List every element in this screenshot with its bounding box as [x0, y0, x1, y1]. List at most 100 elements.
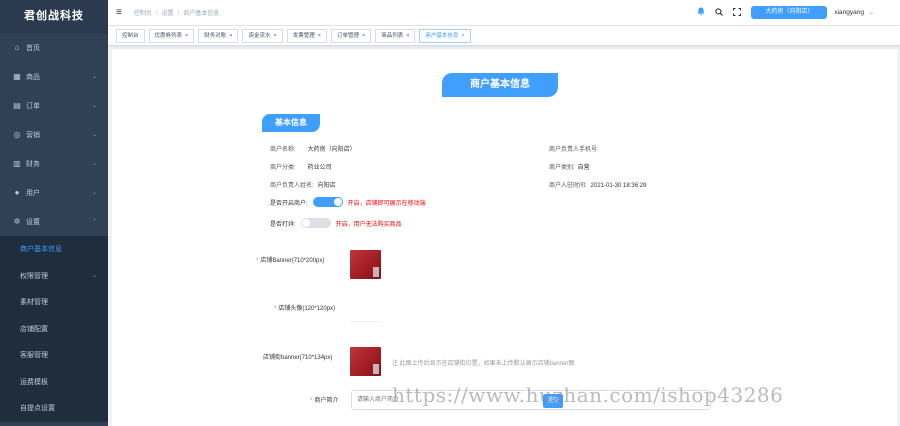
chevron-down-icon[interactable]: ⌄: [869, 9, 874, 16]
info-label: 商户负责人手机号:: [549, 147, 599, 153]
sidebar-item-label: 营销: [26, 131, 40, 139]
tag-item[interactable]: 商户基本信息 ×: [419, 28, 471, 43]
sidebar-item[interactable]: ● 用户 ⌄: [0, 178, 108, 207]
home-icon: ⌂: [14, 43, 20, 52]
open-merchant-switch[interactable]: [312, 197, 343, 207]
avatar-label: * 店铺头像(120*120px): [274, 303, 335, 312]
user-icon: ●: [14, 188, 20, 197]
app-logo: 君创战科技: [0, 0, 108, 33]
avatar-label-text: 店铺头像(120*120px): [278, 306, 336, 312]
sidebar-item-label: 设置: [26, 218, 40, 226]
tag-item[interactable]: 资金流水 ×: [242, 28, 283, 43]
breadcrumb-item[interactable]: 设置: [162, 11, 174, 17]
chevron-icon: ⌃: [91, 219, 97, 225]
sidebar-item-label: 首页: [26, 44, 40, 52]
open-merchant-hint: 开启，店铺即可展示在移动端: [347, 200, 426, 207]
sidebar-item[interactable]: ▤ 订单 ⌄: [0, 91, 108, 120]
chevron-down-icon: ⌄: [91, 273, 97, 280]
banner-label: * 店铺Banner(710*200px): [256, 255, 324, 264]
sidebar-item[interactable]: ◎ 营销 ⌄: [0, 120, 108, 149]
open-merchant-row: 是否开启商户: 开启，店铺即可展示在移动端: [270, 197, 426, 207]
section-title: 基本信息: [262, 114, 320, 132]
tag-item[interactable]: 订单管理 ×: [330, 28, 372, 43]
tag-item[interactable]: 商品列表 ×: [375, 28, 416, 43]
info-value: 药业公司: [307, 165, 332, 171]
breadcrumb: 控制台 / 设置 / 商户基本信息: [134, 8, 219, 17]
sidebar-item[interactable]: ⌂ 首页: [0, 33, 108, 62]
breadcrumb-item[interactable]: 控制台: [134, 11, 152, 17]
sidebar-subitem[interactable]: 店铺配置: [0, 316, 108, 343]
close-icon[interactable]: ×: [362, 33, 365, 39]
banner-label-text: 店铺Banner(710*200px): [260, 258, 325, 264]
street-banner-label: 店铺街banner(710*134px): [263, 352, 332, 361]
chevron-icon: ⌄: [91, 103, 97, 109]
closed-switch[interactable]: [300, 218, 331, 228]
main-content: 商户基本信息 基本信息 商户名称: 大药房（向阳店） 商户分类: 药业公司 商户负责…: [112, 49, 897, 426]
tag-item[interactable]: 发票管理 ×: [286, 28, 327, 43]
tag-item[interactable]: 财务对账 ×: [198, 28, 239, 43]
info-label: 商户入驻时间:: [549, 183, 587, 189]
banner-image-upload[interactable]: [350, 250, 381, 279]
close-icon[interactable]: ×: [185, 33, 188, 39]
info-value: 自营: [577, 165, 590, 171]
sidebar-subitem-label: 自提点设置: [20, 405, 55, 413]
close-icon[interactable]: ×: [229, 33, 232, 39]
close-icon[interactable]: ×: [406, 33, 409, 39]
info-merchant-category: 商户分类: 药业公司: [270, 162, 332, 171]
username[interactable]: xiangyang: [834, 9, 864, 16]
info-merchant-type: 商户类别: 自营: [549, 162, 590, 171]
info-label: 商户分类:: [270, 165, 296, 171]
sidebar-item[interactable]: ✲ 设置 ⌃: [0, 207, 108, 236]
sidebar-subitem[interactable]: 自提点设置: [0, 395, 108, 422]
info-label: 商户负责人姓名:: [270, 183, 314, 189]
sidebar-subitem[interactable]: 客服管理: [0, 342, 108, 369]
info-value: 2021-01-30 18:36:29: [590, 183, 647, 189]
required-mark: *: [256, 258, 259, 264]
avatar-image-upload[interactable]: [350, 293, 381, 322]
close-icon[interactable]: ×: [318, 33, 321, 39]
street-banner-image-upload[interactable]: [350, 347, 381, 376]
sidebar-item-label: 订单: [26, 102, 40, 110]
sidebar-menu: ⌂ 首页 ▦ 商品 ⌄ ▤ 订单 ⌄ ◎ 营销 ⌄ ▥ 财务 ⌄ ● 用户 ⌄ ✲ 设置 ⌃: [0, 33, 108, 236]
bell-icon[interactable]: [697, 7, 705, 18]
sidebar-item-label: 财务: [26, 160, 40, 168]
close-icon[interactable]: ×: [461, 33, 464, 39]
top-header: ≡ 控制台 / 设置 / 商户基本信息 大药房（向阳店） xiangyang ⌄: [108, 0, 900, 26]
tag-item[interactable]: 优惠券列表 ×: [148, 28, 195, 43]
info-owner-phone: 商户负责人手机号:: [549, 144, 611, 153]
sidebar-subitem[interactable]: 商户基本信息: [0, 236, 108, 263]
sidebar-subitem[interactable]: 素材管理: [0, 289, 108, 316]
required-mark: *: [274, 306, 277, 312]
search-icon[interactable]: [715, 7, 724, 18]
sidebar-subitem-label: 权限管理: [20, 272, 48, 280]
sidebar-subitem-label: 素材管理: [20, 299, 48, 307]
page-title: 商户基本信息: [442, 73, 558, 97]
fullscreen-icon[interactable]: [733, 7, 742, 18]
settings-submenu: 商户基本信息权限管理 ⌄ 素材管理店铺配置 客服管理 运费模板自提点设置: [0, 236, 108, 422]
sidebar-subitem[interactable]: 权限管理 ⌄: [0, 263, 108, 290]
tag-item[interactable]: 控制台: [116, 28, 145, 43]
gear-icon: ✲: [13, 217, 21, 226]
tag-label: 财务对账: [204, 32, 227, 39]
finance-icon: ▥: [13, 159, 21, 168]
tag-label: 商户基本信息: [425, 32, 459, 39]
watermark: https://www.huzhan.com/ishop43286: [392, 383, 784, 407]
street-banner-hint: 注:此图上传后显示在店铺街位置，如果未上传默认展示店铺banner图: [392, 361, 575, 367]
open-merchant-label: 是否开启商户:: [270, 200, 308, 207]
switch-knob: [301, 219, 310, 227]
info-merchant-name: 商户名称: 大药房（向阳店）: [270, 144, 356, 153]
close-icon[interactable]: ×: [274, 33, 277, 39]
chevron-icon: ⌄: [91, 190, 97, 196]
sidebar-item-label: 商品: [26, 73, 40, 81]
sidebar-item[interactable]: ▥ 财务 ⌄: [0, 149, 108, 178]
sidebar-item[interactable]: ▦ 商品 ⌄: [0, 62, 108, 91]
sidebar-item-label: 用户: [26, 189, 40, 197]
sidebar-subitem[interactable]: 运费模板: [0, 369, 108, 396]
store-switch-button[interactable]: 大药房（向阳店）: [751, 6, 828, 19]
info-label: 商户类别:: [549, 165, 575, 171]
switch-knob: [333, 198, 342, 206]
menu-toggle-icon[interactable]: ≡: [116, 7, 122, 18]
intro-label-text: 商户简介: [314, 398, 339, 404]
marketing-icon: ◎: [13, 130, 21, 139]
chevron-icon: ⌄: [91, 132, 97, 138]
